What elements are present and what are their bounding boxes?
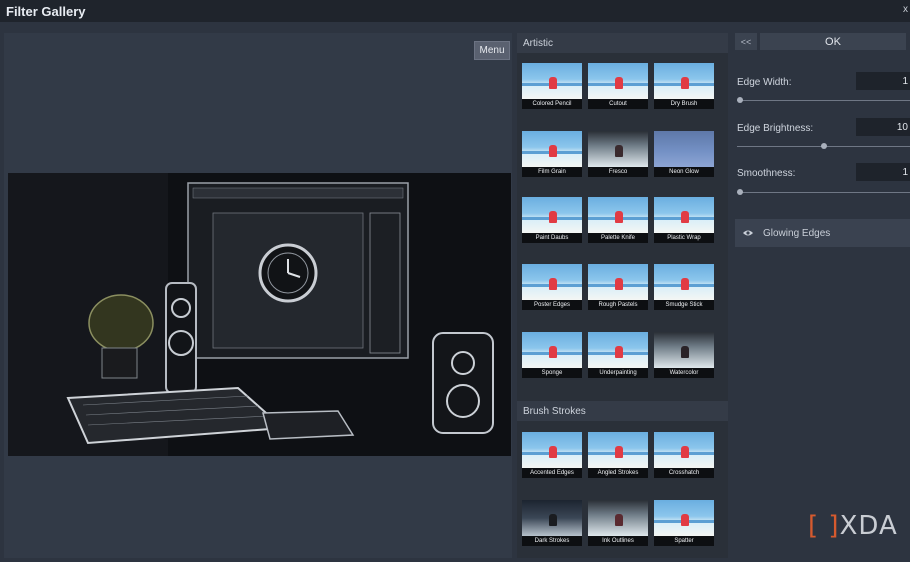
filter-thumb-accented-edges[interactable]: Accented Edges <box>522 432 582 478</box>
filter-thumb-label: Crosshatch <box>654 468 714 478</box>
filter-thumb-image <box>654 131 714 167</box>
filter-thumb-neon-glow[interactable]: Neon Glow <box>654 131 714 177</box>
filter-thumb-label: Rough Pastels <box>588 300 648 310</box>
menu-button[interactable]: Menu <box>474 41 510 60</box>
preview-image <box>8 173 511 456</box>
window-title: Filter Gallery <box>6 3 86 19</box>
filter-thumb-label: Cutout <box>588 99 648 109</box>
category-header-artistic[interactable]: Artistic <box>517 33 728 53</box>
xda-logo-text: XDA <box>839 511 898 541</box>
filter-thumb-label: Fresco <box>588 167 648 177</box>
filter-thumb-smudge-stick[interactable]: Smudge Stick <box>654 264 714 310</box>
filter-thumb-label: Neon Glow <box>654 167 714 177</box>
filter-thumb-label: Film Grain <box>522 167 582 177</box>
smoothness-label: Smoothness: <box>737 168 796 179</box>
filter-thumb-image <box>654 500 714 536</box>
filter-thumb-image <box>588 264 648 300</box>
filter-thumb-image <box>654 432 714 468</box>
filter-thumb-image <box>522 332 582 368</box>
close-icon[interactable]: x <box>903 4 908 15</box>
filter-thumb-image <box>654 264 714 300</box>
filter-thumb-label: Underpainting <box>588 368 648 378</box>
filter-thumb-rough-pastels[interactable]: Rough Pastels <box>588 264 648 310</box>
edge-brightness-slider-knob[interactable] <box>820 143 827 149</box>
filter-thumb-image <box>654 63 714 99</box>
filter-thumb-plastic-wrap[interactable]: Plastic Wrap <box>654 197 714 243</box>
filter-thumb-label: Sponge <box>522 368 582 378</box>
smoothness-slider-track[interactable] <box>737 192 910 193</box>
filter-thumb-image <box>588 332 648 368</box>
filter-thumb-cutout[interactable]: Cutout <box>588 63 648 109</box>
filter-thumb-image <box>522 131 582 167</box>
filter-thumb-image <box>654 197 714 233</box>
filter-thumb-image <box>522 264 582 300</box>
filter-thumb-colored-pencil[interactable]: Colored Pencil <box>522 63 582 109</box>
filter-thumb-poster-edges[interactable]: Poster Edges <box>522 264 582 310</box>
filter-thumb-angled-strokes[interactable]: Angled Strokes <box>588 432 648 478</box>
filter-thumb-label: Smudge Stick <box>654 300 714 310</box>
filter-thumb-label: Spatter <box>654 536 714 546</box>
edge-width-label: Edge Width: <box>737 77 792 88</box>
filter-thumb-image <box>588 500 648 536</box>
filter-thumb-label: Watercolor <box>654 368 714 378</box>
filter-thumb-image <box>522 197 582 233</box>
filter-thumb-crosshatch[interactable]: Crosshatch <box>654 432 714 478</box>
ok-button[interactable]: OK <box>760 33 906 50</box>
filter-thumb-label: Plastic Wrap <box>654 233 714 243</box>
filter-thumb-image <box>654 332 714 368</box>
filter-thumb-image <box>588 63 648 99</box>
filter-thumb-spatter[interactable]: Spatter <box>654 500 714 546</box>
eye-icon[interactable] <box>743 229 753 237</box>
filter-thumb-label: Palette Knife <box>588 233 648 243</box>
smoothness-input[interactable]: 1 <box>856 163 910 181</box>
filter-thumb-image <box>522 500 582 536</box>
filter-thumb-image <box>588 197 648 233</box>
filter-thumb-label: Poster Edges <box>522 300 582 310</box>
filter-thumb-image <box>522 432 582 468</box>
effect-layer-name: Glowing Edges <box>763 227 831 239</box>
filter-thumb-image <box>522 63 582 99</box>
filter-thumb-label: Paint Daubs <box>522 233 582 243</box>
filter-thumb-image <box>588 131 648 167</box>
filter-thumb-palette-knife[interactable]: Palette Knife <box>588 197 648 243</box>
filter-thumb-dry-brush[interactable]: Dry Brush <box>654 63 714 109</box>
collapse-gallery-button[interactable]: << <box>735 33 757 50</box>
filter-thumb-label: Accented Edges <box>522 468 582 478</box>
xda-logo-bracket: [ ] <box>808 511 840 541</box>
glowing-edges-scene-image <box>8 173 511 456</box>
edge-width-input[interactable]: 1 <box>856 72 910 90</box>
filter-thumb-image <box>588 432 648 468</box>
edge-brightness-input[interactable]: 10 <box>856 118 910 136</box>
xda-logo: [ ] XDA <box>808 511 898 541</box>
effect-layer-item[interactable]: Glowing Edges <box>735 219 910 247</box>
filter-thumb-label: Dark Strokes <box>522 536 582 546</box>
filter-thumb-label: Ink Outlines <box>588 536 648 546</box>
edge-brightness-label: Edge Brightness: <box>737 123 814 134</box>
filter-thumb-label: Angled Strokes <box>588 468 648 478</box>
filter-thumb-label: Colored Pencil <box>522 99 582 109</box>
filter-thumb-underpainting[interactable]: Underpainting <box>588 332 648 378</box>
filter-thumb-label: Dry Brush <box>654 99 714 109</box>
filter-thumb-fresco[interactable]: Fresco <box>588 131 648 177</box>
edge-width-slider-track[interactable] <box>737 100 910 101</box>
filter-thumb-dark-strokes[interactable]: Dark Strokes <box>522 500 582 546</box>
title-bar: Filter Gallery x <box>0 0 910 22</box>
filter-thumb-paint-daubs[interactable]: Paint Daubs <box>522 197 582 243</box>
filter-thumb-watercolor[interactable]: Watercolor <box>654 332 714 378</box>
settings-panel <box>731 33 910 558</box>
filter-thumb-film-grain[interactable]: Film Grain <box>522 131 582 177</box>
filter-thumb-ink-outlines[interactable]: Ink Outlines <box>588 500 648 546</box>
filter-thumb-sponge[interactable]: Sponge <box>522 332 582 378</box>
category-header-brush-strokes[interactable]: Brush Strokes <box>517 401 728 421</box>
